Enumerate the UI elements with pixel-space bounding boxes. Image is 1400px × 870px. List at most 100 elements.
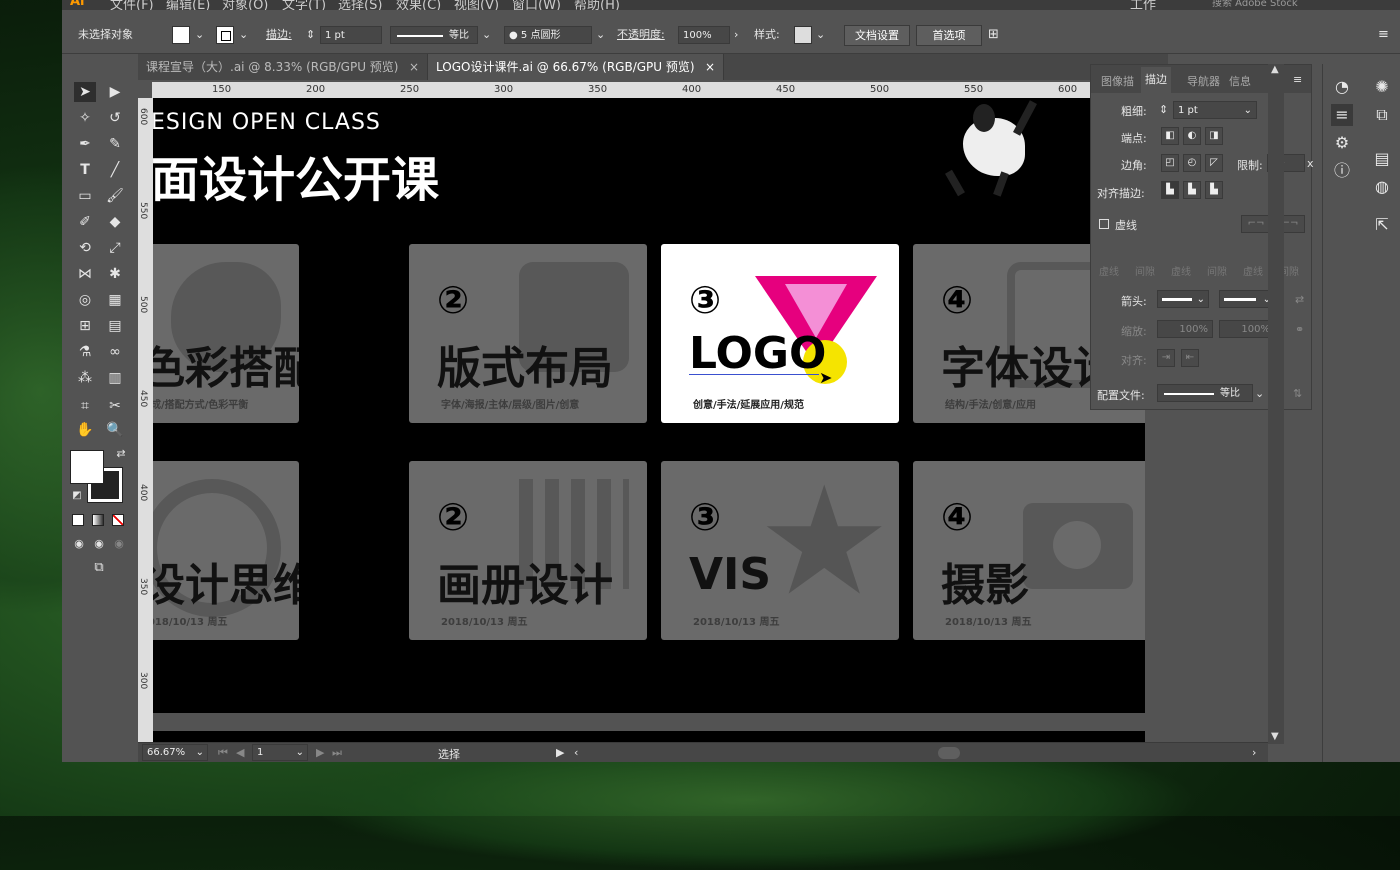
profile-dropdown-icon[interactable]: ⌄ (482, 26, 491, 44)
blend-tool-icon[interactable]: ∞ (104, 342, 126, 362)
scroll-left-icon[interactable]: ‹ (574, 746, 578, 759)
course-card[interactable]: ④ 摄影 2018/10/13 周五 (913, 461, 1145, 640)
dash-exact-icon[interactable]: ⌐¬ (1241, 215, 1271, 233)
gradient-tool-icon[interactable]: ▤ (104, 316, 126, 336)
arrow-tip-place-icon[interactable]: ⇤ (1181, 349, 1199, 367)
color-mode-icon[interactable] (72, 514, 84, 526)
type-tool-icon[interactable]: T (74, 160, 96, 180)
scroll-down-icon[interactable]: ▼ (1271, 731, 1279, 742)
start-arrowhead-select[interactable]: ⌄ (1157, 290, 1209, 308)
menu-item-type[interactable]: 文字(T) (282, 0, 326, 10)
eyedropper-tool-icon[interactable]: ⚗ (74, 342, 96, 362)
status-menu-icon[interactable]: ▶ (556, 746, 564, 759)
horizontal-ruler[interactable]: 150 200 250 300 350 400 450 500 550 600 (152, 82, 1152, 98)
chevron-down-icon[interactable]: ⌄ (296, 745, 304, 760)
horizontal-scroll-thumb[interactable] (938, 747, 960, 759)
scroll-up-icon[interactable]: ▲ (1271, 64, 1279, 75)
end-scale-field[interactable]: 100% (1219, 320, 1275, 338)
style-swatch[interactable] (794, 26, 812, 44)
arrange-documents-icon[interactable]: ⊞ (988, 26, 999, 44)
arrow-tip-extend-icon[interactable]: ⇥ (1157, 349, 1175, 367)
menu-item-effect[interactable]: 效果(C) (396, 0, 441, 10)
panel-menu-icon[interactable]: ≡ (1378, 26, 1389, 44)
tab-stroke[interactable]: 描边 (1141, 67, 1171, 93)
gap-field-2[interactable]: 间隙 (1207, 263, 1227, 278)
draw-inside-icon[interactable]: ◉ (108, 534, 130, 554)
none-mode-icon[interactable] (112, 514, 124, 526)
vertical-ruler[interactable]: 600 550 500 450 400 350 300 (138, 98, 153, 742)
chevron-down-icon[interactable]: ⌄ (1255, 387, 1264, 400)
swap-colors-icon[interactable]: ⇄ (110, 444, 132, 464)
hand-tool-icon[interactable]: ✋ (74, 420, 96, 440)
stock-search-input[interactable]: 搜索 Adobe Stock (1212, 0, 1298, 9)
slice-tool-icon[interactable]: ✂ (104, 396, 126, 416)
close-icon[interactable]: × (409, 54, 419, 80)
chevron-down-icon[interactable]: ⌄ (1197, 291, 1205, 309)
gradient-mode-icon[interactable] (92, 514, 104, 526)
menu-item-edit[interactable]: 编辑(E) (166, 0, 210, 10)
round-join-icon[interactable]: ◴ (1183, 154, 1201, 172)
magic-wand-tool-icon[interactable]: ✧ (74, 108, 96, 128)
eraser-tool-icon[interactable]: ◆ (104, 212, 126, 232)
course-card[interactable]: ② 版式布局 字体/海报/主体/层级/图片/创意 (409, 244, 647, 423)
swap-arrowheads-icon[interactable]: ⇄ (1295, 293, 1304, 306)
brush-definition[interactable]: ● 5 点圆形 (504, 26, 592, 44)
layers-icon[interactable]: ⧉ (1371, 104, 1393, 126)
dash-field-2[interactable]: 虚线 (1171, 263, 1191, 278)
transparency-icon[interactable]: ◍ (1371, 176, 1393, 198)
default-colors-icon[interactable]: ◩ (66, 486, 88, 506)
last-artboard-icon[interactable]: ⏭ (332, 746, 342, 760)
color-panel-icon[interactable]: ◔ (1331, 76, 1353, 98)
artboard-number-field[interactable]: 1⌄ (252, 744, 308, 761)
next-artboard-icon[interactable]: ▶ (316, 746, 324, 759)
course-card[interactable]: ③ 设计思维 2018/10/13 周五 (153, 461, 299, 640)
end-arrowhead-select[interactable]: ⌄ (1219, 290, 1275, 308)
first-artboard-icon[interactable]: ⏮ (218, 746, 228, 760)
dashed-line-checkbox[interactable] (1099, 219, 1109, 229)
zoom-tool-icon[interactable]: 🔍 (104, 420, 126, 440)
puppet-warp-tool-icon[interactable]: ✱ (104, 264, 126, 284)
screen-mode-icon[interactable]: ⧉ (88, 558, 110, 578)
rotate-tool-icon[interactable]: ⟲ (74, 238, 96, 258)
align-center-icon[interactable]: ▙ (1161, 181, 1179, 199)
workspace-switcher[interactable]: 工作 (1130, 0, 1156, 10)
opacity-arrow-icon[interactable]: › (734, 26, 738, 44)
column-graph-tool-icon[interactable]: ▥ (104, 368, 126, 388)
preferences-button[interactable]: 首选项 (916, 25, 982, 46)
style-dropdown-icon[interactable]: ⌄ (816, 26, 825, 44)
artboard-canvas[interactable]: ESIGN OPEN CLASS 面设计公开课 ③ 色彩搭配 构成/搭配方式/色… (153, 98, 1145, 743)
variable-width-profile[interactable]: 等比 (390, 26, 478, 44)
tab-navigator[interactable]: 导航器 (1187, 73, 1220, 89)
profile-select[interactable]: 等比 (1157, 384, 1253, 402)
link-scale-icon[interactable]: ⚭ (1295, 323, 1304, 336)
symbol-sprayer-tool-icon[interactable]: ⁂ (74, 368, 96, 388)
draw-normal-icon[interactable]: ◉ (68, 534, 90, 554)
round-cap-icon[interactable]: ◐ (1183, 127, 1201, 145)
stroke-weight-field[interactable]: 1 pt⌄ (1173, 101, 1257, 119)
stroke-panel-icon[interactable]: ≡ (1331, 104, 1353, 126)
shaper-tool-icon[interactable]: ✐ (74, 212, 96, 232)
menu-item-help[interactable]: 帮助(H) (574, 0, 620, 10)
curvature-tool-icon[interactable]: ✎ (104, 134, 126, 154)
chevron-down-icon[interactable]: ⌄ (1244, 102, 1252, 120)
menu-item-window[interactable]: 窗口(W) (512, 0, 561, 10)
flip-across-icon[interactable]: ⇅ (1293, 387, 1302, 400)
brush-dropdown-icon[interactable]: ⌄ (596, 26, 605, 44)
opacity-input[interactable]: 100% (678, 26, 730, 44)
start-scale-field[interactable]: 100% (1157, 320, 1213, 338)
perspective-grid-tool-icon[interactable]: ▦ (104, 290, 126, 310)
stroke-label[interactable]: 描边: (266, 26, 292, 44)
opacity-label[interactable]: 不透明度: (617, 26, 665, 44)
zoom-select[interactable]: 66.67%⌄ (142, 744, 208, 761)
stroke-swatch[interactable] (216, 26, 234, 44)
gear-icon[interactable]: ⚙ (1331, 132, 1353, 154)
course-card-active[interactable]: ③ LOGO 创意/手法/延展应用/规范 ➤ (661, 244, 899, 423)
panel-menu-icon[interactable]: ≡ (1293, 73, 1302, 86)
tab-info[interactable]: 信息 (1229, 73, 1251, 89)
stroke-dropdown-icon[interactable]: ⌄ (239, 26, 248, 44)
fill-swatch[interactable] (172, 26, 190, 44)
course-card[interactable]: ② 画册设计 2018/10/13 周五 (409, 461, 647, 640)
course-card[interactable]: ★ ③ VIS 2018/10/13 周五 (661, 461, 899, 640)
menu-item-view[interactable]: 视图(V) (454, 0, 499, 10)
info-icon[interactable]: ⓘ (1331, 160, 1353, 182)
